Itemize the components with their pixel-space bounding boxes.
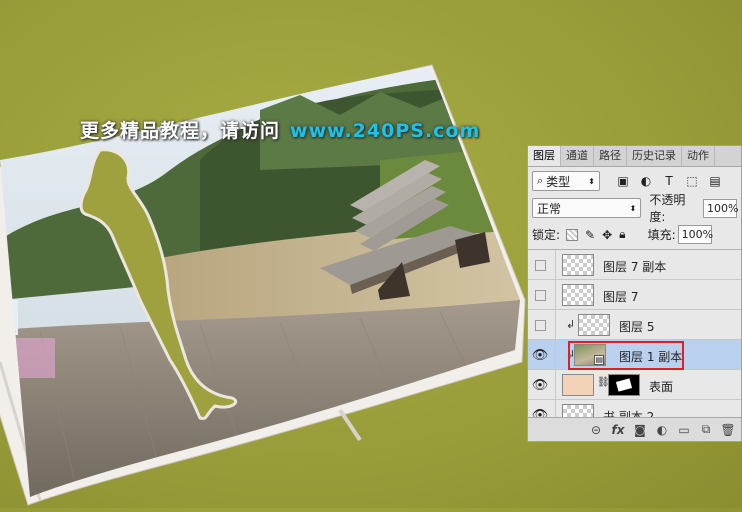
lock-label: 锁定:: [532, 228, 561, 242]
hidden-box-icon: [534, 259, 546, 271]
layers-panel: 图层 通道 路径 历史记录 动作 ⌕ 类型 ⬍ ▣ ◐ T ⬚ ▤ 正常 ⬍ 不…: [527, 145, 742, 442]
smart-object-filter-icon[interactable]: ▤: [706, 172, 724, 190]
type-filter-icon[interactable]: T: [660, 172, 678, 190]
eye-icon[interactable]: 👁︎: [532, 377, 549, 393]
opacity-label: 不透明度:: [649, 193, 686, 224]
layer-mask-thumbnail[interactable]: [608, 374, 640, 396]
watermark: 更多精品教程，请访问 www.240PS.com: [80, 116, 480, 143]
adjustment-filter-icon[interactable]: ◐: [637, 172, 655, 190]
layer-row[interactable]: 图层 7 副本: [528, 250, 741, 280]
visibility-toggle[interactable]: [532, 257, 548, 273]
fill-input[interactable]: 100%: [677, 225, 713, 244]
tab-history[interactable]: 历史记录: [627, 146, 682, 166]
tab-layers[interactable]: 图层: [528, 146, 561, 166]
adjustment-layer-icon[interactable]: ◐: [651, 423, 673, 437]
visibility-toggle[interactable]: [532, 317, 548, 333]
layer-thumbnail: [562, 284, 594, 306]
add-mask-icon[interactable]: ◙: [629, 423, 651, 437]
tab-actions[interactable]: 动作: [682, 146, 715, 166]
blend-mode-value: 正常: [537, 201, 562, 216]
layer-filter-select[interactable]: ⌕ 类型 ⬍: [532, 171, 600, 191]
blend-row: 正常 ⬍ 不透明度: 100%: [528, 193, 741, 224]
filter-label: 类型: [546, 174, 571, 189]
delete-layer-icon[interactable]: 🗑︎: [717, 423, 739, 437]
layer-thumbnail: [562, 404, 594, 418]
lock-transparency-icon[interactable]: [566, 228, 579, 241]
new-layer-icon[interactable]: ⧉: [695, 422, 717, 437]
new-group-icon[interactable]: ▭: [673, 423, 695, 437]
fx-icon[interactable]: fx: [607, 423, 629, 437]
layer-list: 图层 7 副本 图层 7 ↲ 图层 5 👁︎ ↲ ▤ 图层 1 副本 👁︎ ⛓ …: [528, 249, 741, 418]
shape-filter-icon[interactable]: ⬚: [683, 172, 701, 190]
smart-object-icon: ▤: [594, 355, 604, 365]
lock-row: 锁定: ✎ ✥ 🔒︎ 填充: 100%: [528, 221, 741, 248]
opacity-input[interactable]: 100%: [703, 198, 738, 218]
updown-icon: ⬍: [588, 176, 595, 186]
layer-row[interactable]: ↲ 图层 5: [528, 310, 741, 340]
filter-row: ⌕ 类型 ⬍ ▣ ◐ T ⬚ ▤: [528, 167, 741, 195]
layer-name: 表面: [649, 380, 674, 394]
layer-row-selected[interactable]: 👁︎ ↲ ▤ 图层 1 副本: [528, 340, 741, 370]
layer-name: 图层 1 副本: [619, 350, 683, 364]
updown-icon: ⬍: [629, 203, 637, 213]
layer-name: 图层 7 副本: [603, 260, 667, 274]
link-layers-icon[interactable]: ⊝: [585, 423, 607, 437]
eye-icon[interactable]: 👁︎: [532, 347, 549, 363]
layer-row[interactable]: 图层 7: [528, 280, 741, 310]
visibility-toggle[interactable]: [532, 287, 548, 303]
hidden-box-icon: [534, 319, 546, 331]
layer-name: 图层 5: [619, 320, 655, 334]
layer-thumbnail: [578, 314, 610, 336]
layer-row[interactable]: 👁︎ ⛓ 表面: [528, 370, 741, 400]
layer-row[interactable]: 👁︎ 书 副本 2: [528, 400, 741, 418]
hidden-box-icon: [534, 289, 546, 301]
lock-pixels-icon[interactable]: ✎: [585, 228, 595, 242]
tab-paths[interactable]: 路径: [594, 146, 627, 166]
fill-label: 填充:: [647, 228, 676, 242]
layer-name: 图层 7: [603, 290, 639, 304]
lock-position-icon[interactable]: ✥: [602, 228, 612, 242]
clipping-arrow-icon: ↲: [566, 318, 576, 331]
watermark-url: www.240PS.com: [290, 120, 481, 142]
blend-mode-select[interactable]: 正常 ⬍: [532, 198, 642, 218]
panel-bottom-bar: ⊝ fx ◙ ◐ ▭ ⧉ 🗑︎: [528, 417, 741, 441]
tab-channels[interactable]: 通道: [561, 146, 594, 166]
search-icon: ⌕: [537, 174, 544, 187]
image-filter-icon[interactable]: ▣: [614, 172, 632, 190]
layer-thumbnail: ▤: [574, 344, 606, 366]
layer-thumbnail: [562, 374, 594, 396]
panel-tabs: 图层 通道 路径 历史记录 动作: [528, 146, 741, 167]
layer-thumbnail: [562, 254, 594, 276]
watermark-text: 更多精品教程，请访问: [80, 120, 281, 142]
lock-all-icon[interactable]: 🔒︎: [619, 227, 625, 242]
